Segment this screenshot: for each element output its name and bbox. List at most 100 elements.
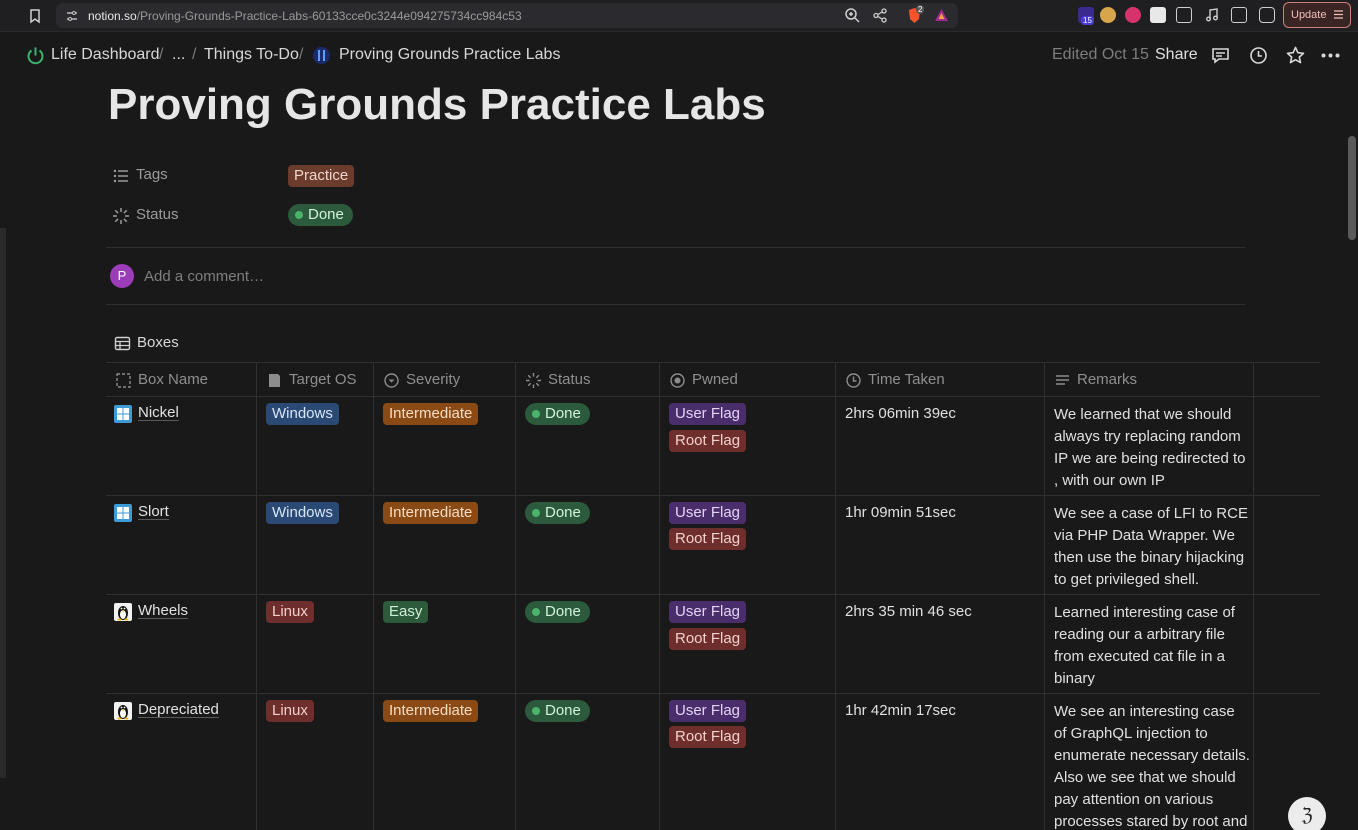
status-label: Done (545, 603, 581, 620)
status-badge[interactable]: Done (525, 403, 590, 425)
breadcrumb-ellipsis[interactable]: ... (172, 46, 185, 64)
sidebar-toggle-icon[interactable] (1231, 7, 1247, 23)
shields-badge: 2 (916, 5, 925, 14)
column-header-box-name[interactable]: Box Name (106, 363, 256, 398)
favorite-star-icon[interactable] (1285, 45, 1306, 66)
status-badge[interactable]: Done (525, 700, 590, 722)
divider (106, 304, 1245, 305)
status-loader-icon (525, 372, 542, 389)
text-lines-icon (1054, 372, 1071, 389)
breadcrumb-life-dashboard[interactable]: Life Dashboard (51, 46, 160, 64)
brave-rewards-icon[interactable] (933, 7, 950, 24)
site-settings-icon[interactable] (65, 9, 79, 23)
tag-severity[interactable]: Intermediate (383, 700, 479, 722)
menu-icon (1333, 9, 1344, 20)
cell-time-taken[interactable]: 2hrs 06min 39ec (836, 397, 1044, 496)
extension-icon[interactable] (1150, 7, 1166, 23)
page-scrollbar[interactable] (1348, 136, 1356, 240)
extension-icon[interactable] (1125, 7, 1141, 23)
puzzle-extensions-icon[interactable] (1176, 7, 1192, 23)
status-loader-icon (112, 207, 130, 225)
comments-icon[interactable] (1210, 45, 1231, 66)
column-header-target-os[interactable]: Target OS (257, 363, 374, 398)
box-name[interactable]: Nickel (138, 404, 179, 421)
column-header-time-taken[interactable]: Time Taken (836, 363, 1044, 398)
tag-severity[interactable]: Easy (383, 601, 429, 623)
notion-topbar: Life Dashboard / ... / Things To-Do / Pr… (0, 33, 1358, 78)
tag-target-os[interactable]: Linux (266, 700, 314, 722)
tag-user-flag[interactable]: User Flag (669, 502, 747, 524)
tag-severity[interactable]: Intermediate (383, 403, 479, 425)
table-row[interactable]: Slort Windows Intermediate Done User Fla… (106, 496, 1320, 595)
table-row[interactable]: Wheels Linux Easy Done User Flag Root Fl… (106, 595, 1320, 694)
column-label: Severity (406, 371, 461, 388)
relation-icon (266, 372, 283, 389)
select-icon (383, 372, 400, 389)
tag-target-os[interactable]: Linux (266, 601, 314, 623)
cell-box-name[interactable]: Nickel (106, 397, 256, 496)
tag-root-flag[interactable]: Root Flag (669, 726, 747, 748)
share-button[interactable]: Share (1155, 46, 1198, 64)
box-name[interactable]: Slort (138, 503, 169, 520)
box-name[interactable]: Wheels (138, 602, 188, 619)
tag-target-os[interactable]: Windows (266, 403, 339, 425)
tag-user-flag[interactable]: User Flag (669, 700, 747, 722)
tag-severity[interactable]: Intermediate (383, 502, 479, 524)
breadcrumb-things-to-do[interactable]: Things To-Do (204, 46, 299, 64)
column-label: Target OS (289, 371, 357, 388)
status-dot (532, 608, 540, 616)
status-label: Done (545, 702, 581, 719)
column-label: Box Name (138, 371, 209, 388)
cell-remarks[interactable]: We see an interesting case of GraphQL in… (1045, 694, 1254, 830)
address-bar[interactable]: notion.so/Proving-Grounds-Practice-Labs-… (56, 3, 958, 28)
table-header: Box Name Target OS Severity Status Pwned… (106, 362, 1320, 397)
history-clock-icon[interactable] (1248, 45, 1269, 66)
music-note-icon[interactable] (1204, 7, 1220, 23)
clock-icon (845, 372, 862, 389)
cell-time-taken[interactable]: 1hr 09min 51sec (836, 496, 1044, 595)
column-header-remarks[interactable]: Remarks (1045, 363, 1254, 398)
cookie-extension-icon[interactable] (1100, 7, 1116, 23)
tag-root-flag[interactable]: Root Flag (669, 528, 747, 550)
box-name[interactable]: Depreciated (138, 701, 219, 718)
url-host: notion.so (88, 9, 137, 23)
tag-user-flag[interactable]: User Flag (669, 403, 747, 425)
cell-remarks[interactable]: Learned interesting case of reading our … (1045, 595, 1254, 694)
share-icon[interactable] (872, 7, 889, 24)
status-badge[interactable]: Done (288, 204, 353, 226)
breadcrumb-current-page[interactable]: Proving Grounds Practice Labs (339, 46, 560, 64)
tag-root-flag[interactable]: Root Flag (669, 430, 747, 452)
cell-box-name[interactable]: Depreciated (106, 694, 256, 830)
tag-target-os[interactable]: Windows (266, 502, 339, 524)
column-header-status[interactable]: Status (516, 363, 660, 398)
cell-box-name[interactable]: Slort (106, 496, 256, 595)
bookmark-icon[interactable] (26, 7, 44, 25)
tag-root-flag[interactable]: Root Flag (669, 628, 747, 650)
page-title[interactable]: Proving Grounds Practice Labs (108, 80, 766, 130)
breadcrumb-separator: / (299, 46, 304, 63)
breadcrumb-separator: / (159, 46, 164, 63)
cell-remarks[interactable]: We learned that we should always try rep… (1045, 397, 1254, 496)
url-text[interactable]: notion.so/Proving-Grounds-Practice-Labs-… (88, 9, 522, 23)
cell-time-taken[interactable]: 1hr 42min 17sec (836, 694, 1044, 830)
table-row[interactable]: Nickel Windows Intermediate Done User Fl… (106, 397, 1320, 496)
add-comment-input[interactable]: Add a comment… (144, 268, 264, 285)
wallet-icon[interactable] (1259, 7, 1275, 23)
zoom-icon[interactable] (844, 7, 861, 24)
column-label: Time Taken (868, 371, 945, 388)
time-taken: 1hr 09min 51sec (845, 504, 956, 521)
help-button[interactable]: ℨ (1288, 797, 1326, 830)
tag-user-flag[interactable]: User Flag (669, 601, 747, 623)
tag-practice[interactable]: Practice (288, 165, 355, 187)
column-header-pwned[interactable]: Pwned (660, 363, 835, 398)
status-badge[interactable]: Done (525, 502, 590, 524)
cell-remarks[interactable]: We see a case of LFI to RCE via PHP Data… (1045, 496, 1254, 595)
table-row[interactable]: Depreciated Linux Intermediate Done User… (106, 694, 1320, 830)
more-options-icon[interactable] (1320, 45, 1341, 66)
remarks-text: We see a case of LFI to RCE via PHP Data… (1054, 505, 1248, 588)
cell-time-taken[interactable]: 2hrs 35 min 46 sec (836, 595, 1044, 694)
update-button[interactable]: Update (1283, 2, 1351, 28)
cell-box-name[interactable]: Wheels (106, 595, 256, 694)
column-header-severity[interactable]: Severity (374, 363, 515, 398)
status-badge[interactable]: Done (525, 601, 590, 623)
